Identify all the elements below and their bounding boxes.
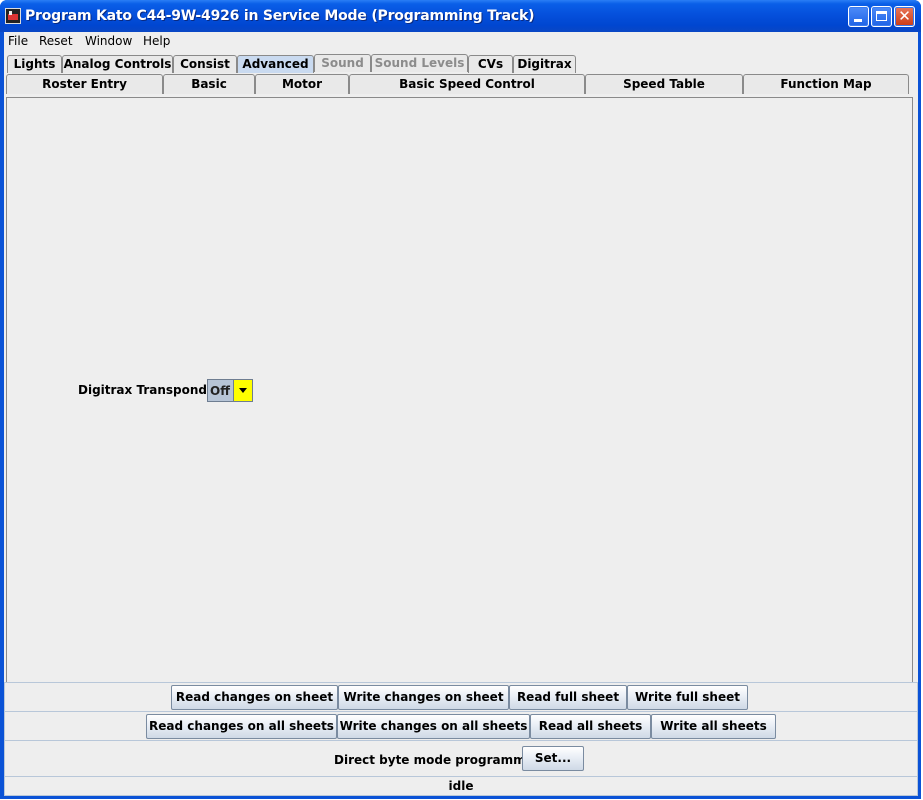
tab-speed-table[interactable]: Speed Table — [585, 74, 743, 94]
tab-lights[interactable]: Lights — [7, 55, 62, 73]
tab-basic-speed-control[interactable]: Basic Speed Control — [349, 74, 585, 94]
write-changes-on-sheet-button[interactable]: Write changes on sheet — [338, 685, 509, 710]
tab-basic[interactable]: Basic — [163, 74, 255, 94]
menu-bar: File Reset Window Help — [4, 32, 918, 52]
read-all-sheets-button[interactable]: Read all sheets — [530, 714, 651, 739]
minimize-icon — [854, 19, 862, 22]
locomotive-icon — [5, 8, 21, 24]
advanced-pane: Digitrax Transponding Off — [6, 97, 913, 683]
programming-mode-label: Direct byte mode programming — [334, 753, 547, 767]
write-all-sheets-button[interactable]: Write all sheets — [651, 714, 776, 739]
program-window: Program Kato C44-9W-4926 in Service Mode… — [0, 0, 921, 799]
window-title: Program Kato C44-9W-4926 in Service Mode… — [25, 8, 535, 24]
status-bar: idle — [4, 776, 918, 796]
digitrax-transponding-label: Digitrax Transponding — [78, 383, 229, 397]
menu-file[interactable]: File — [8, 34, 28, 48]
tab-function-map[interactable]: Function Map — [743, 74, 909, 94]
digitrax-transponding-select[interactable]: Off — [207, 379, 253, 402]
tab-analog-controls[interactable]: Analog Controls — [62, 55, 173, 73]
title-bar[interactable]: Program Kato C44-9W-4926 in Service Mode… — [0, 0, 921, 32]
tab-cvs[interactable]: CVs — [468, 55, 513, 73]
all-sheets-buttons-panel: Read changes on all sheets Write changes… — [4, 711, 918, 741]
read-changes-on-all-sheets-button[interactable]: Read changes on all sheets — [146, 714, 337, 739]
tab-advanced[interactable]: Advanced — [237, 55, 314, 73]
set-programming-mode-button[interactable]: Set... — [522, 746, 584, 771]
tab-motor[interactable]: Motor — [255, 74, 349, 94]
read-changes-on-sheet-button[interactable]: Read changes on sheet — [171, 685, 338, 710]
tab-sound-levels[interactable]: Sound Levels — [371, 54, 468, 72]
menu-help[interactable]: Help — [143, 34, 170, 48]
read-full-sheet-button[interactable]: Read full sheet — [509, 685, 627, 710]
close-button[interactable]: ✕ — [894, 6, 915, 27]
tab-roster-entry[interactable]: Roster Entry — [6, 74, 163, 94]
maximize-icon — [876, 11, 887, 21]
sheet-buttons-panel: Read changes on sheet Write changes on s… — [4, 682, 918, 712]
tab-consist[interactable]: Consist — [173, 55, 237, 73]
menu-window[interactable]: Window — [85, 34, 132, 48]
tab-sound[interactable]: Sound — [314, 54, 371, 72]
write-full-sheet-button[interactable]: Write full sheet — [627, 685, 748, 710]
programming-mode-panel: Direct byte mode programming Set... — [4, 740, 918, 777]
maximize-button[interactable] — [871, 6, 892, 27]
close-icon: ✕ — [898, 7, 911, 25]
write-changes-on-all-sheets-button[interactable]: Write changes on all sheets — [337, 714, 530, 739]
window-client: File Reset Window Help Lights Analog Con… — [4, 32, 918, 796]
tab-digitrax[interactable]: Digitrax — [513, 55, 576, 73]
menu-reset[interactable]: Reset — [39, 34, 73, 48]
chevron-down-icon[interactable] — [233, 380, 252, 401]
minimize-button[interactable] — [848, 6, 869, 27]
digitrax-transponding-value: Off — [210, 384, 230, 398]
